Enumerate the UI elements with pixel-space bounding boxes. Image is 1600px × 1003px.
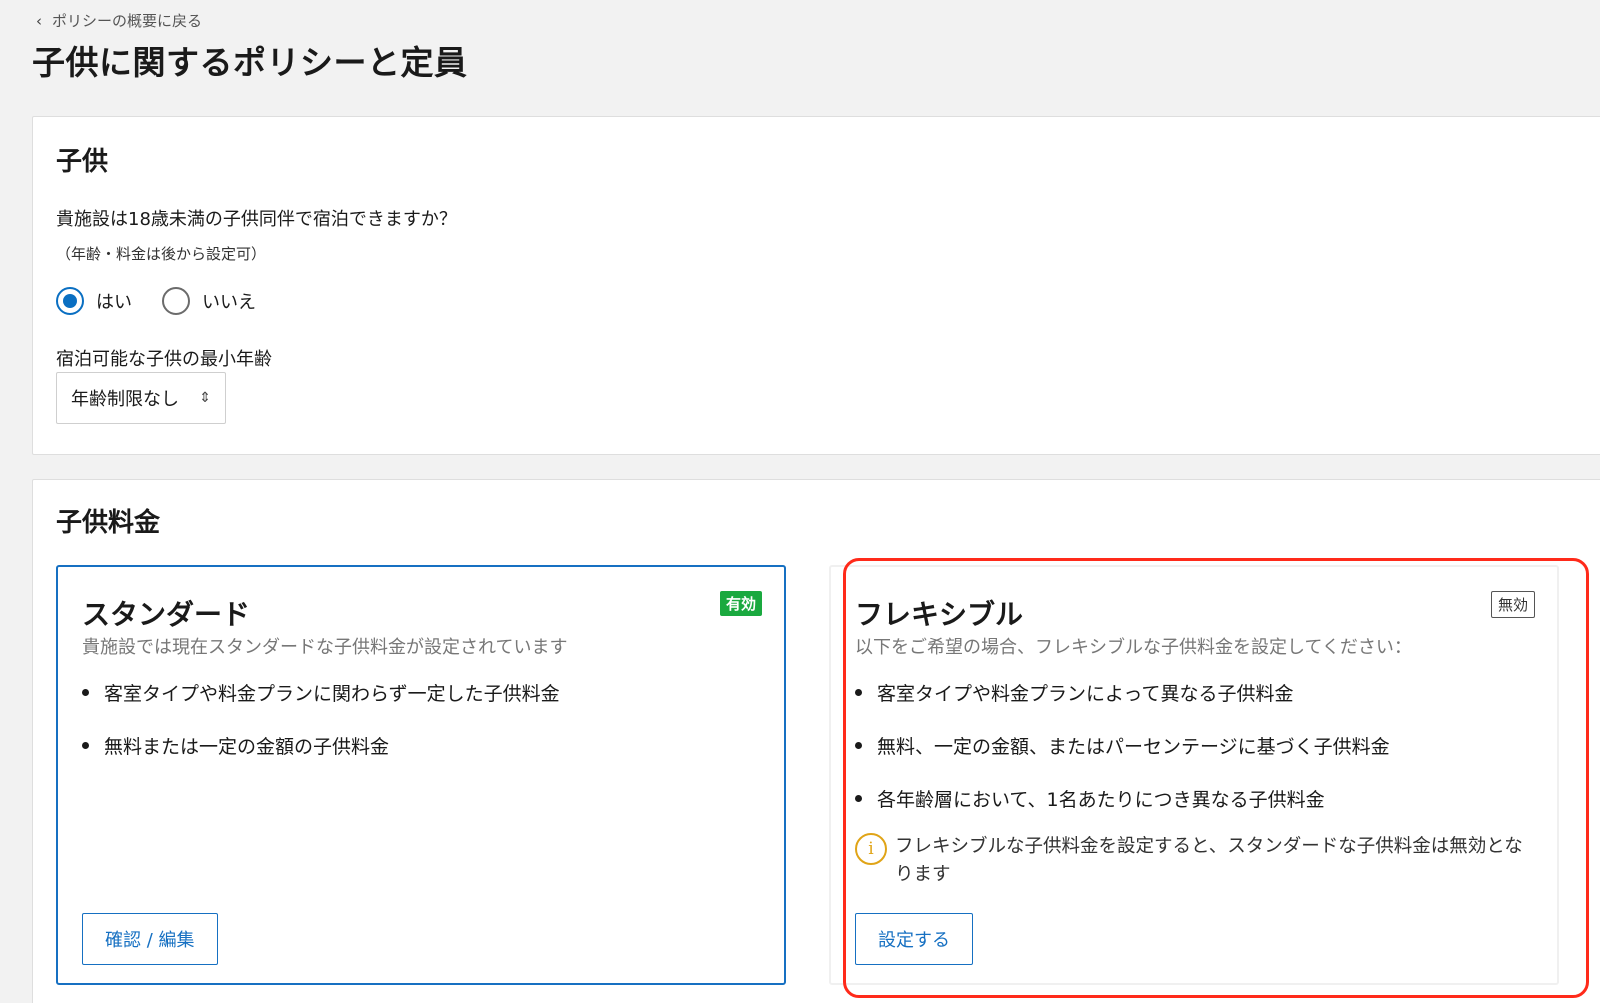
- min-age-label: 宿泊可能な子供の最小年齢: [56, 349, 272, 370]
- list-item: 無料、一定の金額、またはパーセンテージに基づく子供料金: [855, 732, 1390, 759]
- configure-button[interactable]: 設定する: [855, 913, 973, 965]
- radio-yes[interactable]: はい: [56, 287, 132, 315]
- chevron-left-icon: ‹: [36, 11, 42, 30]
- list-item: 各年齢層において、1名あたりにつき異なる子供料金: [855, 785, 1390, 812]
- children-question: 貴施設は18歳未満の子供同伴で宿泊できますか？: [56, 209, 457, 230]
- list-item: 客室タイプや料金プランによって異なる子供料金: [855, 679, 1390, 706]
- flexible-info-note: i フレキシブルな子供料金を設定すると、スタンダードな子供料金は無効となります: [855, 833, 1535, 889]
- standard-subtitle: 貴施設では現在スタンダードな子供料金が設定されています: [82, 637, 568, 658]
- list-item: 無料または一定の金額の子供料金: [82, 732, 560, 759]
- flexible-info-text: フレキシブルな子供料金を設定すると、スタンダードな子供料金は無効となります: [895, 836, 1523, 885]
- select-updown-icon: ⇕: [199, 390, 211, 406]
- child-fees-card: 子供料金 スタンダード 有効 貴施設では現在スタンダードな子供料金が設定されてい…: [32, 479, 1600, 1003]
- info-icon: i: [855, 833, 887, 865]
- flexible-fee-card[interactable]: フレキシブル 無効 以下をご希望の場合、フレキシブルな子供料金を設定してください…: [829, 565, 1559, 985]
- back-link-label: ポリシーの概要に戻る: [52, 12, 203, 30]
- standard-bullets: 客室タイプや料金プランに関わらず一定した子供料金 無料または一定の金額の子供料金: [82, 679, 560, 785]
- flexible-subtitle: 以下をご希望の場合、フレキシブルな子供料金を設定してください：: [855, 637, 1412, 658]
- fees-section-title: 子供料金: [56, 508, 161, 538]
- back-link[interactable]: ‹ ポリシーの概要に戻る: [36, 10, 202, 31]
- radio-no[interactable]: いいえ: [162, 287, 256, 315]
- standard-title: スタンダード: [82, 598, 251, 631]
- radio-no-circle[interactable]: [162, 287, 190, 315]
- min-age-value: 年齢制限なし: [71, 389, 179, 410]
- min-age-select[interactable]: 年齢制限なし ⇕: [56, 372, 226, 424]
- radio-yes-label: はい: [96, 292, 132, 313]
- status-badge-active: 有効: [719, 591, 762, 616]
- standard-fee-card[interactable]: スタンダード 有効 貴施設では現在スタンダードな子供料金が設定されています 客室…: [56, 565, 786, 985]
- review-edit-button[interactable]: 確認 / 編集: [82, 913, 218, 965]
- radio-yes-circle[interactable]: [56, 287, 84, 315]
- flexible-title: フレキシブル: [855, 598, 1024, 631]
- list-item: 客室タイプや料金プランに関わらず一定した子供料金: [82, 679, 560, 706]
- children-card: 子供 貴施設は18歳未満の子供同伴で宿泊できますか？ （年齢・料金は後から設定可…: [32, 116, 1600, 455]
- flexible-bullets: 客室タイプや料金プランによって異なる子供料金 無料、一定の金額、またはパーセンテ…: [855, 679, 1390, 838]
- children-radio-group: はい いいえ: [56, 287, 286, 315]
- children-section-title: 子供: [56, 147, 109, 177]
- children-note: （年齢・料金は後から設定可）: [56, 245, 267, 263]
- radio-no-label: いいえ: [202, 292, 256, 313]
- page-title: 子供に関するポリシーと定員: [32, 43, 468, 82]
- status-badge-inactive: 無効: [1490, 591, 1535, 618]
